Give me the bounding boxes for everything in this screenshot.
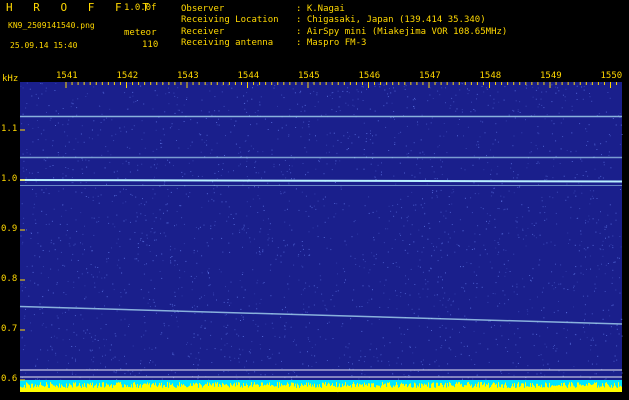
spectrogram [19,82,623,393]
location-label: Receiving Location [181,15,279,25]
x-tick-label: 1550 [600,71,623,81]
x-tick-label: 1546 [358,71,381,81]
version-label: 1.0.0f [124,3,157,13]
spectrogram-background [20,82,622,392]
intensity-bar [20,380,622,392]
x-tick-label: 1549 [540,71,562,81]
y-tick-label: 0.8 [1,274,18,284]
location-value: : Chigasaki, Japan (139.414 35.340) [296,15,486,25]
y-tick-label: 1.0 [1,174,18,184]
meteor-count: 110 [142,40,159,50]
receiver-label: Receiver [181,27,225,37]
datetime-label: 25.09.14 15:40 [10,41,78,50]
filename-label: KN9_2509141540.png [8,21,95,30]
y-tick-label: 0.7 [1,324,18,334]
antenna-label: Receiving antenna [181,38,274,48]
observer-label: Observer [181,4,225,14]
y-tick-label: 0.6 [1,374,18,384]
y-tick-label: 1.1 [1,124,18,134]
spectrogram-panel: kHz 1541 1542 1543 1544 1545 1546 1547 1548 1549… [0,71,629,400]
x-tick-label: 1547 [419,71,441,81]
x-tick-label: 1548 [479,71,502,81]
receiver-value: : AirSpy mini (Miakejima VOR 108.65MHz) [296,27,508,37]
x-tick-label: 1544 [237,71,260,81]
x-tick-label: 1543 [177,71,199,81]
unit-label: kHz [2,74,19,84]
x-tick-label: 1542 [116,71,139,81]
x-tick-label: 1545 [298,71,320,81]
observer-value: : K.Nagai [296,4,345,14]
meteor-label: meteor [124,28,157,38]
y-tick-label: 0.9 [1,224,18,234]
x-tick-label: 1541 [56,71,78,81]
antenna-value: : Maspro FM-3 [296,38,367,48]
